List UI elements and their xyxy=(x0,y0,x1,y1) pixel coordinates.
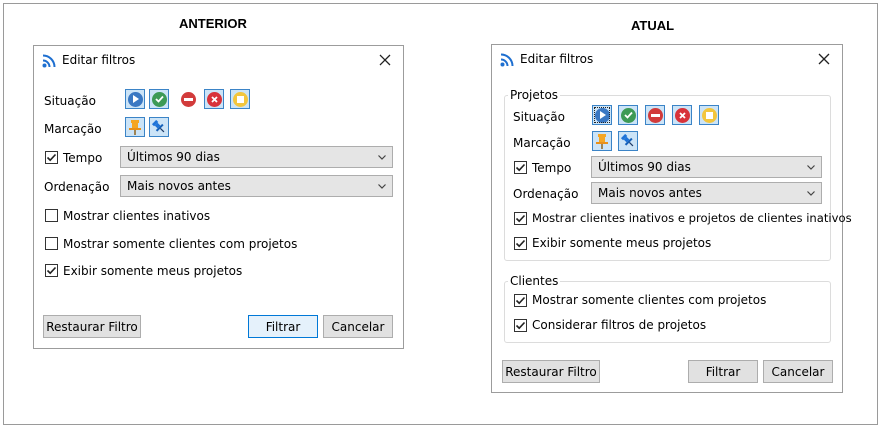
inactive-clients-projects-label: Mostrar clientes inativos e projetos de … xyxy=(532,211,852,225)
status-blocked-button[interactable] xyxy=(178,89,198,109)
inactive-clients-label: Mostrar clientes inativos xyxy=(63,209,211,223)
tempo-checkbox[interactable] xyxy=(514,161,527,174)
pin-orange-icon xyxy=(129,120,141,135)
check-mark-icon xyxy=(46,153,57,162)
rss-icon xyxy=(42,54,56,68)
marcacao-label: Marcação xyxy=(44,122,102,136)
check-mark-icon xyxy=(515,214,526,223)
rss-icon xyxy=(500,53,514,67)
x-circle-icon xyxy=(206,91,222,107)
play-circle-icon xyxy=(594,107,610,123)
tempo-label: Tempo xyxy=(532,161,572,175)
chevron-down-icon xyxy=(378,155,386,160)
consider-project-filters-checkbox[interactable] xyxy=(514,319,527,332)
x-circle-icon xyxy=(674,107,690,123)
check-mark-icon xyxy=(515,239,526,248)
projetos-group-title: Projetos xyxy=(508,88,561,102)
inactive-clients-projects-checkbox[interactable] xyxy=(514,212,527,225)
status-active-button[interactable] xyxy=(125,89,145,109)
chevron-down-icon xyxy=(378,184,386,189)
close-icon[interactable] xyxy=(816,51,832,67)
status-done-button[interactable] xyxy=(618,105,638,125)
chevron-down-icon xyxy=(807,191,815,196)
clients-with-projects-checkbox[interactable] xyxy=(45,237,58,250)
apply-filter-button[interactable]: Filtrar xyxy=(248,315,318,338)
mark-unpinned-button[interactable] xyxy=(618,131,638,151)
clientes-group-title: Clientes xyxy=(508,274,561,288)
apply-filter-button[interactable]: Filtrar xyxy=(688,360,758,383)
status-paused-button[interactable] xyxy=(230,89,250,109)
status-cancelled-button[interactable] xyxy=(204,89,224,109)
tempo-checkbox[interactable] xyxy=(45,151,58,164)
tempo-value: Últimos 90 dias xyxy=(127,150,220,164)
minus-circle-icon xyxy=(647,107,663,123)
my-projects-checkbox[interactable] xyxy=(514,237,527,250)
ordenacao-label: Ordenação xyxy=(513,187,579,201)
heading-atual: ATUAL xyxy=(631,18,675,33)
reset-filter-button[interactable]: Restaurar Filtro xyxy=(502,360,600,383)
ordenacao-dropdown[interactable]: Mais novos antes xyxy=(120,175,393,197)
heading-anterior: ANTERIOR xyxy=(179,16,247,31)
dialog-title: Editar filtros xyxy=(520,52,594,66)
check-circle-icon xyxy=(151,91,167,107)
ordenacao-dropdown[interactable]: Mais novos antes xyxy=(591,182,822,204)
pause-circle-icon xyxy=(701,107,717,123)
my-projects-label: Exibir somente meus projetos xyxy=(63,264,243,278)
tempo-dropdown[interactable]: Últimos 90 dias xyxy=(120,146,393,168)
situacao-label: Situação xyxy=(513,110,565,124)
play-circle-icon xyxy=(127,91,143,107)
check-mark-icon xyxy=(515,321,526,330)
clients-with-projects-checkbox[interactable] xyxy=(514,294,527,307)
my-projects-label: Exibir somente meus projetos xyxy=(532,236,712,250)
check-mark-icon xyxy=(515,163,526,172)
status-paused-button[interactable] xyxy=(699,105,719,125)
clients-with-projects-label: Mostrar somente clientes com projetos xyxy=(532,293,767,307)
old-filter-dialog: Editar filtros Situação Marcação Tempo Ú… xyxy=(33,45,404,349)
reset-filter-button[interactable]: Restaurar Filtro xyxy=(43,315,141,338)
chevron-down-icon xyxy=(807,165,815,170)
pin-blue-icon xyxy=(621,134,634,147)
status-done-button[interactable] xyxy=(149,89,169,109)
pause-circle-icon xyxy=(232,91,248,107)
new-filter-dialog: Editar filtros Projetos Situação Marcaçã… xyxy=(491,44,852,393)
tempo-value: Últimos 90 dias xyxy=(598,160,691,174)
mark-unpinned-button[interactable] xyxy=(149,117,169,137)
tempo-label: Tempo xyxy=(63,151,103,165)
clients-with-projects-label: Mostrar somente clientes com projetos xyxy=(63,237,298,251)
title-bar: Editar filtros xyxy=(34,46,403,76)
ordenacao-value: Mais novos antes xyxy=(127,179,231,193)
pin-blue-icon xyxy=(152,120,165,133)
minus-circle-icon xyxy=(180,91,196,107)
situacao-label: Situação xyxy=(44,94,96,108)
check-mark-icon xyxy=(515,296,526,305)
ordenacao-label: Ordenação xyxy=(44,180,110,194)
check-mark-icon xyxy=(46,266,57,275)
close-icon[interactable] xyxy=(377,52,393,68)
clientes-group xyxy=(504,281,831,343)
tempo-dropdown[interactable]: Últimos 90 dias xyxy=(591,156,822,178)
mark-pinned-button[interactable] xyxy=(125,117,145,137)
marcacao-label: Marcação xyxy=(513,136,571,150)
dialog-title: Editar filtros xyxy=(62,53,136,67)
status-blocked-button[interactable] xyxy=(645,105,665,125)
cancel-button[interactable]: Cancelar xyxy=(323,315,393,338)
status-active-button[interactable] xyxy=(592,105,612,125)
inactive-clients-checkbox[interactable] xyxy=(45,209,58,222)
mark-pinned-button[interactable] xyxy=(592,131,612,151)
check-circle-icon xyxy=(620,107,636,123)
title-bar: Editar filtros xyxy=(492,45,842,75)
pin-orange-icon xyxy=(596,134,608,149)
my-projects-checkbox[interactable] xyxy=(45,264,58,277)
ordenacao-value: Mais novos antes xyxy=(598,186,702,200)
cancel-button[interactable]: Cancelar xyxy=(763,360,833,383)
consider-project-filters-label: Considerar filtros de projetos xyxy=(532,318,707,332)
status-cancelled-button[interactable] xyxy=(672,105,692,125)
